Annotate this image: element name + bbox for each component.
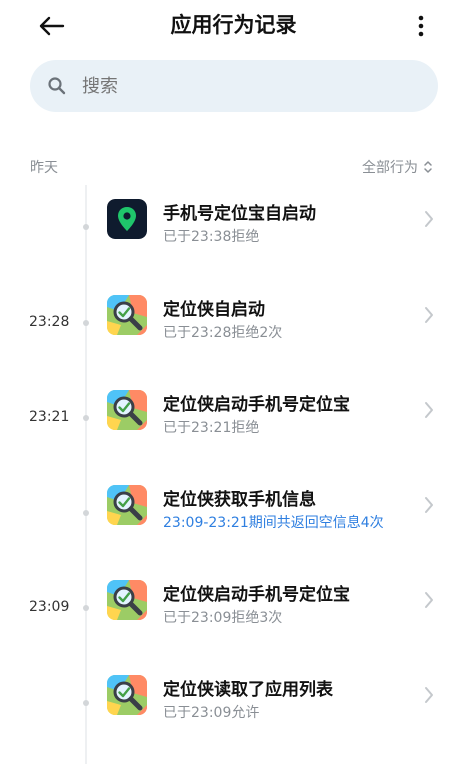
- timeline-dot: [83, 605, 89, 611]
- record-detail: 已于23:09拒绝3次: [163, 610, 283, 626]
- record-title: 定位侠读取了应用列表: [163, 680, 333, 700]
- chevron-right-icon: [425, 687, 433, 703]
- chevron-right-icon: [425, 307, 433, 323]
- record-detail: 已于23:09允许: [163, 705, 260, 721]
- filter-label: 全部行为: [362, 160, 418, 176]
- map-magnifier-app-icon: [107, 485, 147, 525]
- page-title: 应用行为记录: [170, 13, 297, 37]
- record-row[interactable]: 手机号定位宝自启动 已于23:38拒绝: [0, 180, 467, 275]
- record-detail: 23:09-23:21期间共返回空信息4次: [163, 515, 384, 531]
- record-detail: 已于23:38拒绝: [163, 229, 260, 245]
- timeline-dot: [83, 510, 89, 516]
- search-bar[interactable]: [30, 60, 438, 112]
- record-title: 定位侠自启动: [163, 300, 265, 320]
- timeline-dot: [83, 700, 89, 706]
- search-icon: [46, 75, 68, 97]
- map-magnifier-app-icon: [107, 675, 147, 715]
- timeline-dot: [83, 320, 89, 326]
- timeline-dot: [83, 224, 89, 230]
- more-vertical-icon: [418, 15, 424, 37]
- header: 应用行为记录: [0, 0, 467, 52]
- map-magnifier-app-icon: [107, 580, 147, 620]
- record-detail: 已于23:21拒绝: [163, 420, 260, 436]
- record-time: 23:09: [29, 599, 70, 615]
- more-options-button[interactable]: [409, 10, 433, 42]
- chevron-right-icon: [425, 211, 433, 227]
- timeline-dot: [83, 415, 89, 421]
- record-time: 23:21: [29, 409, 70, 425]
- record-title: 定位侠启动手机号定位宝: [163, 395, 350, 415]
- record-row[interactable]: 23:09 定位侠启动手机号定位宝 已于23:09拒绝3次: [0, 561, 467, 656]
- map-magnifier-app-icon: [107, 390, 147, 430]
- record-row[interactable]: 23:28 定位侠自启动 已于23:28拒绝2次: [0, 276, 467, 371]
- record-row[interactable]: 定位侠读取了应用列表 已于23:09允许: [0, 656, 467, 751]
- day-label: 昨天: [30, 160, 58, 176]
- search-input[interactable]: [80, 74, 404, 98]
- record-row[interactable]: 23:21 定位侠启动手机号定位宝 已于23:21拒绝: [0, 371, 467, 466]
- behavior-filter-dropdown[interactable]: 全部行为: [362, 157, 433, 177]
- chevron-right-icon: [425, 402, 433, 418]
- record-row[interactable]: 定位侠获取手机信息 23:09-23:21期间共返回空信息4次: [0, 466, 467, 561]
- map-magnifier-app-icon: [107, 295, 147, 335]
- record-detail: 已于23:28拒绝2次: [163, 325, 283, 341]
- record-title: 定位侠启动手机号定位宝: [163, 585, 350, 605]
- record-title: 手机号定位宝自启动: [163, 204, 316, 224]
- chevron-right-icon: [425, 497, 433, 513]
- record-time: 23:28: [29, 314, 70, 330]
- sort-toggle-icon: [423, 160, 433, 174]
- record-title: 定位侠获取手机信息: [163, 490, 316, 510]
- location-pin-app-icon: [107, 199, 147, 239]
- chevron-right-icon: [425, 592, 433, 608]
